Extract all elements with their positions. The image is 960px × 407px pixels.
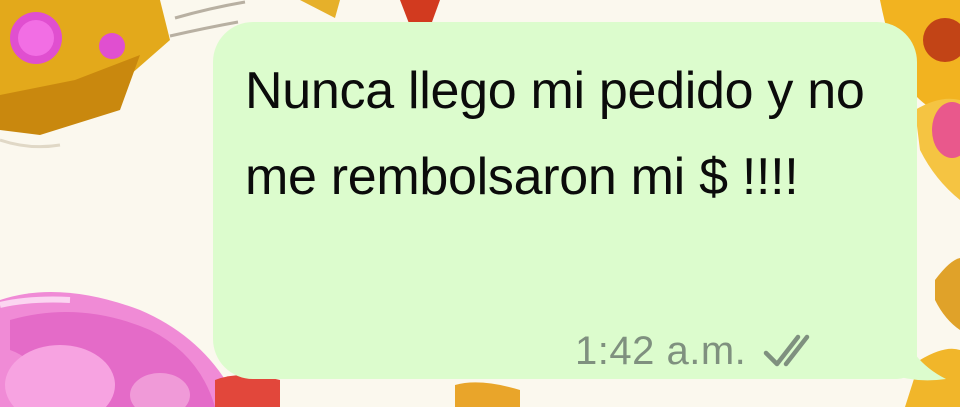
bubble-tail-icon — [880, 320, 946, 381]
double-check-icon — [764, 334, 810, 367]
message-meta: 1:42 a.m. — [575, 327, 826, 375]
message-timestamp: 1:42 a.m. — [575, 328, 747, 373]
message-text: Nunca llego mi pedido y no me rembolsaro… — [245, 62, 865, 206]
